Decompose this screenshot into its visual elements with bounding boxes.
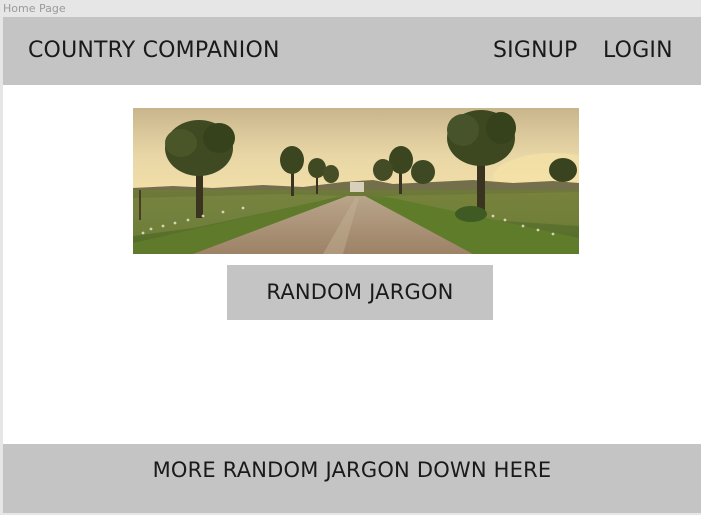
home-page-canvas: COUNTRY COMPANION SIGNUP LOGIN RANDOM JA… [3,17,701,513]
hero-image [133,108,579,254]
footer-bar: MORE RANDOM JARGON DOWN HERE [3,444,701,513]
signup-link[interactable]: SIGNUP [493,17,578,85]
frame-label: Home Page [3,2,66,15]
country-road-image [133,108,579,254]
random-jargon-button[interactable]: RANDOM JARGON [227,265,493,320]
login-link[interactable]: LOGIN [603,17,673,85]
footer-text: MORE RANDOM JARGON DOWN HERE [152,458,552,482]
brand-title: COUNTRY COMPANION [28,38,280,63]
header-bar: COUNTRY COMPANION SIGNUP LOGIN [3,17,701,85]
